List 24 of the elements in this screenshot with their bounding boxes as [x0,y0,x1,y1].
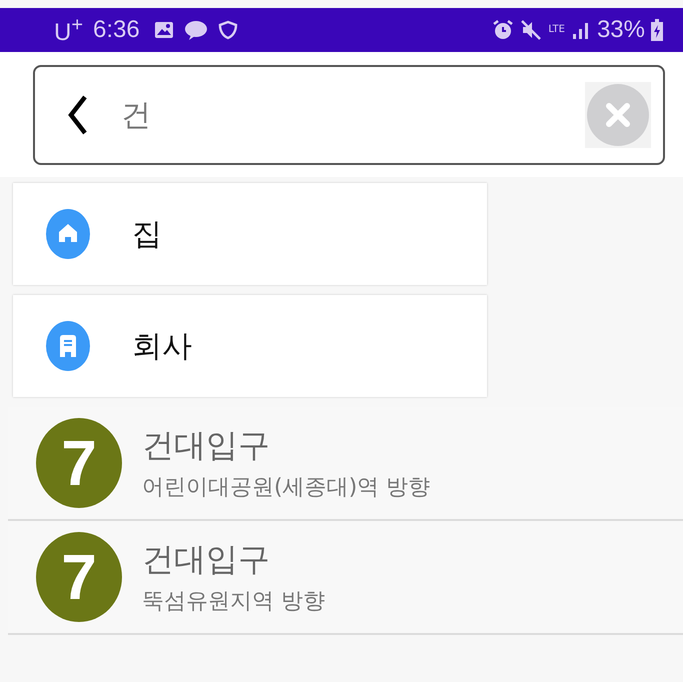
station-name: 건대입구 [142,539,271,580]
direction-label: 뚝섬유원지역 방향 [142,588,325,616]
line-badge: 7 [36,532,122,622]
building-icon [46,321,90,371]
search-field[interactable]: 건 [33,65,665,165]
house-icon [46,209,90,259]
mute-icon [520,19,542,41]
line-badge: 7 [36,418,122,508]
shield-icon [218,20,238,40]
direction-label: 어린이대공원(세종대)역 방향 [142,474,430,502]
carrier-label: U$^{+}$ [54,14,84,46]
station-name: 건대입구 [142,425,271,466]
clock-time: 6:36 [93,16,140,44]
chat-bubble-icon [184,20,208,40]
battery-percent: 33% [596,16,645,44]
favorite-card[interactable]: 회사 [13,295,487,397]
signal-icon [570,20,591,40]
battery-charging-icon [651,19,663,41]
favorite-label: 집 [132,216,162,254]
favorite-label: 회사 [132,328,192,366]
alarm-clock-icon [492,19,514,41]
network-type-label: LTE [548,25,565,35]
favorite-card[interactable]: 집 [13,183,487,285]
image-icon [154,21,174,39]
